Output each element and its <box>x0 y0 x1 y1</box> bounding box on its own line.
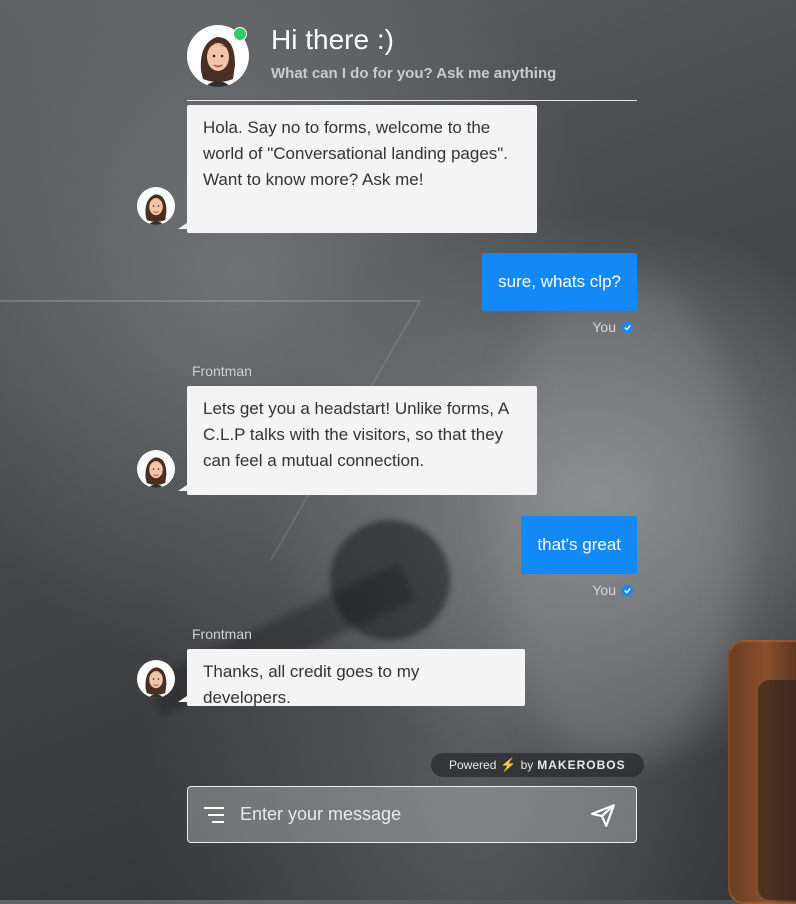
bot-message: Lets get you a headstart! Unlike forms, … <box>178 386 537 495</box>
background-shape <box>330 520 450 640</box>
chat-header: Hi there :) What can I do for you? Ask m… <box>187 22 637 101</box>
user-message: that's great <box>521 516 637 574</box>
sender-name: Frontman <box>192 626 252 642</box>
background-object <box>728 640 796 904</box>
chat-subtitle: What can I do for you? Ask me anything <box>271 65 557 82</box>
chat-title: Hi there :) <box>271 24 394 55</box>
background-line <box>0 300 420 302</box>
check-icon <box>622 321 633 333</box>
powered-label: Powered <box>449 758 497 772</box>
bolt-icon: ⚡ <box>500 757 517 772</box>
avatar-icon <box>145 457 167 488</box>
bot-avatar <box>137 187 175 225</box>
bot-message: Thanks, all credit goes to my developers… <box>178 649 525 707</box>
avatar-icon <box>145 194 167 225</box>
online-status-dot <box>233 27 247 41</box>
send-icon[interactable] <box>590 802 616 828</box>
message-status: You <box>592 582 633 598</box>
sender-name: Frontman <box>192 363 252 379</box>
sender-label: You <box>592 582 616 598</box>
bot-avatar <box>137 660 175 698</box>
sender-label: You <box>592 319 616 335</box>
background-object <box>758 680 796 900</box>
menu-icon[interactable] <box>204 806 226 823</box>
powered-by-badge[interactable]: Powered ⚡ by MAKEROBOS <box>431 753 644 777</box>
check-icon <box>622 584 633 596</box>
user-message: sure, whats clp? <box>482 253 637 311</box>
message-composer <box>187 786 637 843</box>
brand-name: MAKEROBOS <box>537 758 626 772</box>
bot-message: Hola. Say no to forms, welcome to the wo… <box>178 105 537 233</box>
message-input[interactable] <box>238 803 590 826</box>
avatar-icon <box>145 667 167 698</box>
by-label: by <box>520 758 534 772</box>
message-status: You <box>592 319 633 335</box>
bot-avatar <box>137 450 175 488</box>
